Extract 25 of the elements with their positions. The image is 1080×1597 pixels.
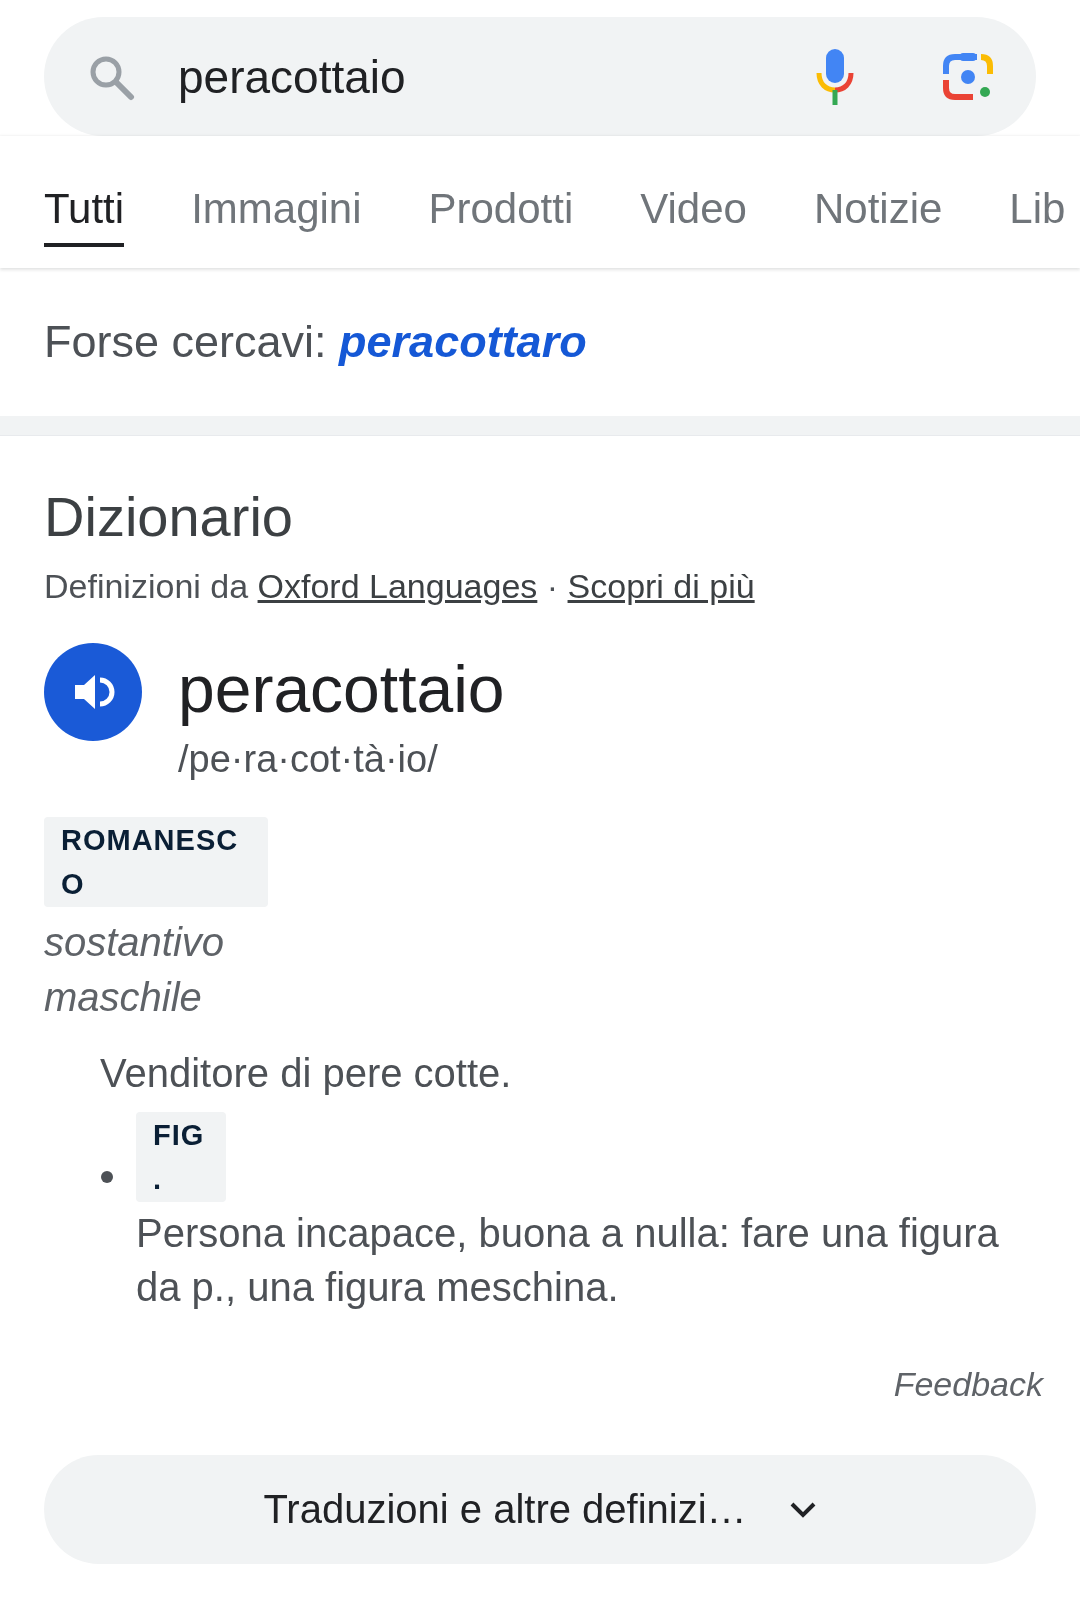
source-line: Definizioni da Oxford Languages · Scopri di più xyxy=(44,566,756,607)
microphone-icon[interactable] xyxy=(815,47,855,106)
search-input[interactable]: peracottaio xyxy=(178,48,775,105)
definition-text: Persona incapace, buona a nulla: fare una figura da p., una figura meschina. xyxy=(136,1210,1000,1311)
tab[interactable]: Tutti xyxy=(44,185,125,247)
feedback-link[interactable]: Feedback xyxy=(893,1362,1043,1406)
part-of-speech: sostantivo maschile xyxy=(44,919,226,1021)
bullet-icon xyxy=(101,1171,113,1183)
headword: peracottaio xyxy=(178,651,505,728)
search-field[interactable]: peracottaio xyxy=(44,17,1036,136)
tab[interactable]: Lib xyxy=(1009,185,1066,247)
more-definitions-button[interactable]: Traduzioni e altre definizi… xyxy=(44,1455,1036,1564)
usage-tag: FIG. xyxy=(136,1112,226,1202)
tab[interactable]: Prodotti xyxy=(428,185,574,247)
register-tag: ROMANESCO xyxy=(44,817,268,907)
definition-text: Venditore di pere cotte. xyxy=(99,1050,513,1097)
source-link[interactable]: Oxford Languages xyxy=(257,567,538,605)
tab[interactable]: Immagini xyxy=(191,185,362,247)
suggestion-link[interactable]: peracottaro xyxy=(339,316,587,367)
learn-more-link[interactable]: Scopri di più xyxy=(567,567,755,605)
tab[interactable]: Video xyxy=(640,185,747,247)
tab[interactable]: Notizie xyxy=(813,185,943,247)
spelling-suggestion: Forse cercavi: peracottaro xyxy=(44,315,587,369)
section-title: Dizionario xyxy=(44,484,294,550)
pronunciation: /pe·ra·cot·tà·io/ xyxy=(178,737,439,782)
